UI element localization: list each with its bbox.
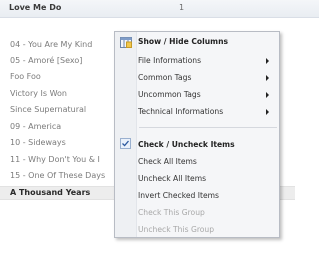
menu-item-check-uncheck-items[interactable]: Check / Uncheck Items [137,136,279,153]
menu-item-technical-informations[interactable]: Technical Informations [137,103,279,120]
submenu-arrow-icon [266,58,269,64]
track-row[interactable]: 09 - America [10,119,61,134]
group-header-row[interactable]: Love Me Do 1 [0,0,319,18]
submenu-arrow-icon [266,75,269,81]
menu-item-uncheck-this-group[interactable]: Uncheck This Group [137,221,279,238]
group-count: 1 [179,3,185,12]
menu-item-common-tags[interactable]: Common Tags [137,69,279,86]
menu-item-uncommon-tags[interactable]: Uncommon Tags [137,86,279,103]
track-row-selected[interactable]: A Thousand Years [10,185,90,200]
columns-icon [120,37,132,48]
submenu-arrow-icon [266,109,269,115]
menu-item-invert-checked-items[interactable]: Invert Checked Items [137,187,279,204]
group-title: Love Me Do [9,3,62,12]
track-row[interactable]: 11 - Why Don't You & I [10,152,100,167]
track-row[interactable]: Victory Is Won [10,86,67,101]
track-row[interactable]: Foo Foo [10,69,41,84]
menu-item-uncheck-all-items[interactable]: Uncheck All Items [137,170,279,187]
menu-item-file-informations[interactable]: File Informations [137,52,279,69]
menu-icon-gutter [115,32,137,237]
menu-item-check-all-items[interactable]: Check All Items [137,153,279,170]
track-row[interactable]: Since Supernatural [10,102,86,117]
menu-item-show-hide-columns[interactable]: Show / Hide Columns [137,33,279,50]
track-row[interactable]: 15 - One Of These Days [10,168,105,183]
checkbox-icon [120,138,131,149]
track-row[interactable]: 04 - You Are My Kind [10,37,92,52]
submenu-arrow-icon [266,92,269,98]
menu-item-check-this-group[interactable]: Check This Group [137,204,279,221]
context-menu: Show / Hide Columns File Informations Co… [114,31,280,238]
menu-separator [139,127,277,128]
track-row[interactable]: 05 - Amoré [Sexo] [10,53,82,68]
track-row[interactable]: 10 - Sideways [10,135,66,150]
